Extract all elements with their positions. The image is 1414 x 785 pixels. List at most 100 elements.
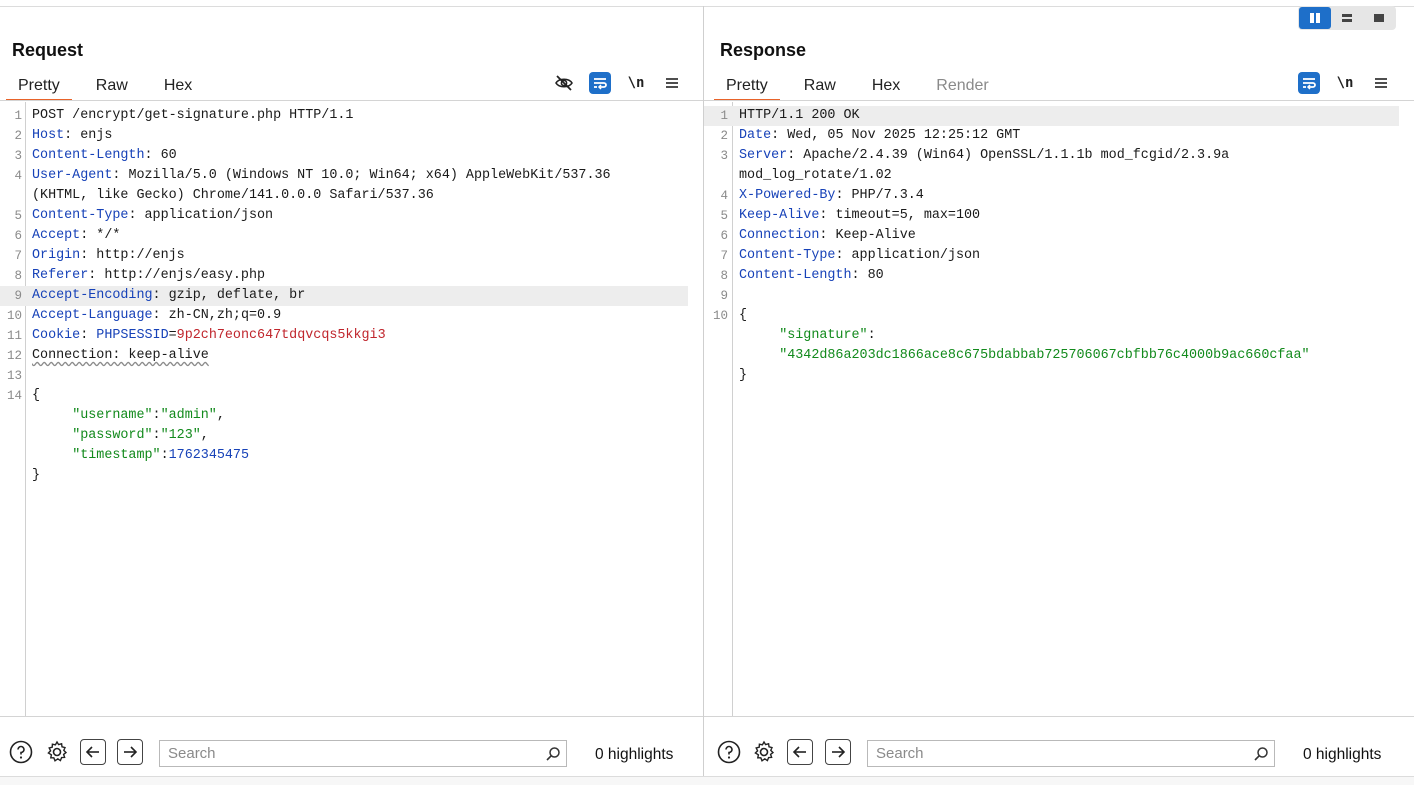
hamburger-menu-icon[interactable] bbox=[1370, 72, 1392, 94]
code-text: Server: Apache/2.4.39 (Win64) OpenSSL/1.… bbox=[739, 146, 1229, 166]
gear-icon[interactable] bbox=[44, 739, 70, 765]
line-number: 14 bbox=[6, 389, 22, 403]
magnifier-icon[interactable] bbox=[540, 746, 566, 762]
code-text: "signature": bbox=[739, 326, 876, 346]
code-token: : bbox=[152, 428, 161, 443]
hamburger-menu-icon[interactable] bbox=[661, 72, 683, 94]
response-tab-raw[interactable]: Raw bbox=[792, 73, 848, 99]
request-pane: Request Pretty Raw Hex \n 1 POST /encrypt… bbox=[0, 7, 703, 776]
code-token: enjs bbox=[80, 128, 113, 143]
line-number: 10 bbox=[6, 309, 22, 323]
bottom-strip bbox=[0, 777, 1414, 785]
code-line: "signature": bbox=[704, 326, 1414, 346]
code-line: 5 Keep-Alive: timeout=5, max=100 bbox=[704, 206, 1414, 226]
code-line: 7 Origin: http://enjs bbox=[0, 246, 703, 266]
http-message-viewer: Request Pretty Raw Hex \n 1 POST /encrypt… bbox=[0, 0, 1414, 785]
code-line: (KHTML, like Gecko) Chrome/141.0.0.0 Saf… bbox=[0, 186, 703, 206]
line-number: 1 bbox=[14, 109, 22, 123]
code-token: { bbox=[32, 388, 41, 403]
request-search-input[interactable] bbox=[160, 741, 540, 766]
code-token: Cookie bbox=[32, 328, 81, 343]
request-editor[interactable]: 1 POST /encrypt/get-signature.php HTTP/1.… bbox=[0, 102, 703, 716]
code-line: 2 Host: enjs bbox=[0, 126, 703, 146]
code-token: : bbox=[80, 248, 97, 263]
arrow-right-icon[interactable] bbox=[117, 739, 143, 765]
code-line: } bbox=[704, 366, 1414, 386]
magnifier-icon[interactable] bbox=[1248, 746, 1274, 762]
code-text: { bbox=[32, 386, 40, 406]
code-line: 10 Accept-Language: zh-CN,zh;q=0.9 bbox=[0, 306, 703, 326]
code-token: : bbox=[144, 148, 161, 163]
code-token: : bbox=[152, 308, 169, 323]
code-text: Content-Type: application/json bbox=[32, 206, 273, 226]
line-number: 4 bbox=[14, 169, 22, 183]
code-text: Accept-Language: zh-CN,zh;q=0.9 bbox=[32, 306, 281, 326]
response-editor[interactable]: 1 HTTP/1.1 200 OK 2 Date: Wed, 05 Nov 2025 … bbox=[704, 102, 1414, 716]
code-text: Accept-Encoding: gzip, deflate, br bbox=[32, 286, 305, 306]
request-tab-pretty[interactable]: Pretty bbox=[6, 73, 72, 101]
help-icon[interactable] bbox=[716, 739, 742, 765]
code-line: 7 Content-Type: application/json bbox=[704, 246, 1414, 266]
code-token: : bbox=[80, 228, 97, 243]
eye-slash-icon[interactable] bbox=[553, 72, 575, 94]
code-token: Connection: keep-alive bbox=[32, 348, 209, 363]
code-line: "password":"123", bbox=[0, 426, 703, 446]
code-token: mod_log_rotate/1.02 bbox=[739, 168, 892, 183]
code-text: (KHTML, like Gecko) Chrome/141.0.0.0 Saf… bbox=[32, 186, 434, 206]
code-line: 12 Connection: keep-alive bbox=[0, 346, 703, 366]
code-token: } bbox=[32, 468, 41, 483]
line-number: 8 bbox=[14, 269, 22, 283]
code-token: : bbox=[112, 168, 129, 183]
code-text: } bbox=[739, 366, 747, 386]
line-number: 2 bbox=[14, 129, 22, 143]
code-line: 6 Connection: Keep-Alive bbox=[704, 226, 1414, 246]
request-search-box[interactable] bbox=[159, 740, 567, 767]
code-token: PHP/7.3.4 bbox=[851, 188, 924, 203]
code-token: HTTP/1.1 200 OK bbox=[739, 108, 860, 123]
code-text: User-Agent: Mozilla/5.0 (Windows NT 10.0… bbox=[32, 166, 611, 186]
word-wrap-icon[interactable] bbox=[589, 72, 611, 94]
newline-toggle-icon[interactable]: \n bbox=[1334, 72, 1356, 94]
line-number: 12 bbox=[6, 349, 22, 363]
response-footer: 0 highlights bbox=[704, 716, 1414, 776]
code-line: 3 Server: Apache/2.4.39 (Win64) OpenSSL/1… bbox=[704, 146, 1414, 166]
request-tab-raw[interactable]: Raw bbox=[84, 73, 140, 99]
response-search-input[interactable] bbox=[868, 741, 1248, 766]
code-token: : bbox=[80, 328, 97, 343]
code-token: 1762345475 bbox=[168, 448, 249, 463]
code-token: Content-Type bbox=[32, 208, 129, 223]
code-line: } bbox=[0, 466, 703, 486]
code-text: HTTP/1.1 200 OK bbox=[739, 106, 860, 126]
code-token: "admin" bbox=[160, 408, 217, 423]
arrow-left-icon[interactable] bbox=[787, 739, 813, 765]
request-tab-hex[interactable]: Hex bbox=[152, 73, 204, 99]
code-text: Content-Length: 60 bbox=[32, 146, 177, 166]
code-token: Accept bbox=[32, 228, 81, 243]
code-line: 5 Content-Type: application/json bbox=[0, 206, 703, 226]
code-text: Referer: http://enjs/easy.php bbox=[32, 266, 265, 286]
code-token: Connection bbox=[739, 228, 820, 243]
response-tab-hex[interactable]: Hex bbox=[860, 73, 912, 99]
help-icon[interactable] bbox=[8, 739, 34, 765]
line-number: 7 bbox=[720, 249, 728, 263]
gear-icon[interactable] bbox=[751, 739, 777, 765]
line-number: 5 bbox=[720, 209, 728, 223]
response-search-box[interactable] bbox=[867, 740, 1275, 767]
response-tab-pretty[interactable]: Pretty bbox=[714, 73, 780, 101]
newline-toggle-icon[interactable]: \n bbox=[625, 72, 647, 94]
code-token: timeout=5, max=100 bbox=[835, 208, 981, 223]
response-code-lines: 1 HTTP/1.1 200 OK 2 Date: Wed, 05 Nov 2025 … bbox=[704, 106, 1414, 386]
code-token: Content-Length bbox=[32, 148, 145, 163]
response-tab-render[interactable]: Render bbox=[924, 73, 1000, 99]
arrow-right-icon[interactable] bbox=[825, 739, 851, 765]
code-text: Content-Length: 80 bbox=[739, 266, 884, 286]
code-text: "4342d86a203dc1866ace8c675bdabbab7257060… bbox=[739, 346, 1309, 366]
word-wrap-icon[interactable] bbox=[1298, 72, 1320, 94]
line-number: 10 bbox=[712, 309, 728, 323]
code-line: 1 HTTP/1.1 200 OK bbox=[704, 106, 1399, 126]
arrow-left-icon[interactable] bbox=[80, 739, 106, 765]
response-pane: Response Pretty Raw Hex Render \n 1 HTTP/… bbox=[704, 7, 1414, 776]
response-tabs: Pretty Raw Hex Render bbox=[714, 73, 1013, 101]
code-token: : bbox=[867, 328, 876, 343]
